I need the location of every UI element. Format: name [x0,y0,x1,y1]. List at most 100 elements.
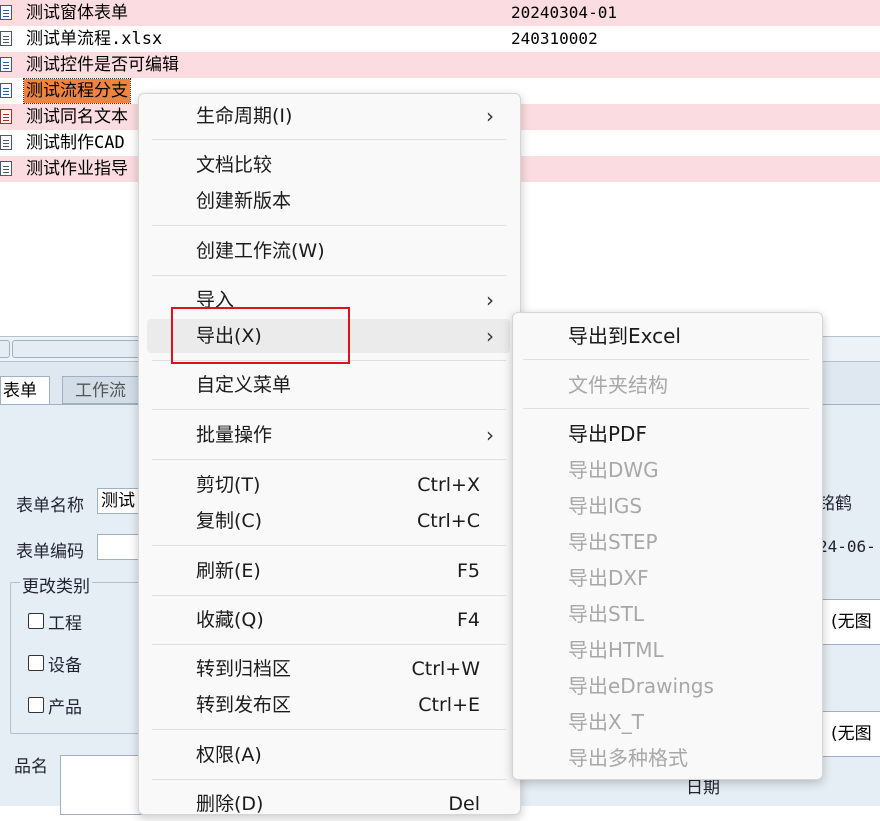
file-name: 测试控件是否可编辑 [26,55,179,75]
menu-item-label: 剪切(T) [196,474,261,496]
menu-item-shortcut: F4 [456,609,480,631]
menu-item-lifecycle[interactable]: 生命周期(I) › [147,99,510,133]
menu-item-delete[interactable]: 删除(D) Del [147,787,510,821]
form-file-icon [0,83,12,98]
menu-separator [152,409,506,410]
submenu-export-dxf: 导出DXF [568,566,649,590]
menu-item-shortcut: Ctrl+C [417,510,480,532]
menu-item-label: 刷新(E) [196,560,261,582]
export-submenu: 导出到Excel 文件夹结构 导出PDF 导出DWG 导出IGS 导出STEP … [512,312,823,780]
file-name: 测试制作CAD [26,133,125,153]
menu-item-batch-ops[interactable]: 批量操作 › [147,418,510,452]
menu-separator [152,225,506,226]
submenu-export-stl: 导出STL [568,602,645,626]
annotation-highlight-box [171,307,350,364]
file-row[interactable]: 测试控件是否可编辑 [0,52,880,78]
file-row[interactable]: 测试窗体表单 20240304-01 [0,0,880,26]
submenu-export-dwg: 导出DWG [568,458,659,482]
menu-separator [152,459,506,460]
menu-item-favorite[interactable]: 收藏(Q) F4 [147,603,510,637]
menu-item-shortcut: Ctrl+X [417,474,480,496]
menu-separator [152,545,506,546]
menu-item-label: 删除(D) [196,793,264,815]
no-image-box[interactable]: (无图 [822,599,880,645]
toolbar-button[interactable] [12,340,142,358]
chevron-right-icon: › [486,288,494,312]
form-name-label: 表单名称 [16,496,84,516]
menu-item-new-version[interactable]: 创建新版本 [147,184,510,218]
checkbox-product[interactable] [28,697,44,713]
menu-item-shortcut: Ctrl+W [411,658,480,680]
menu-separator [152,729,506,730]
menu-item-label: 生命周期(I) [196,105,293,127]
file-name: 测试同名文本 [26,107,128,127]
menu-item-shortcut: Ctrl+E [418,694,480,716]
menu-item-shortcut: F5 [456,560,480,582]
menu-item-cut[interactable]: 剪切(T) Ctrl+X [147,468,510,502]
file-name: 测试窗体表单 [26,3,128,23]
form-file-icon [0,5,12,20]
toolbar-button[interactable] [0,340,10,358]
menu-item-create-workflow[interactable]: 创建工作流(W) [147,234,510,268]
checkbox-engineering[interactable] [28,613,44,629]
file-name: 测试流程分支 [23,78,131,104]
menu-separator [152,779,506,780]
right-name-value: 铭鹤 [818,494,852,514]
menu-separator [152,595,506,596]
form-code-label: 表单编码 [16,542,84,562]
menu-item-shortcut: Del [448,793,480,815]
menu-item-label: 复制(C) [196,510,263,532]
menu-item-doc-compare[interactable]: 文档比较 [147,148,510,182]
document-file-icon [0,161,12,176]
right-date-value: 24-06- [818,537,876,556]
menu-item-refresh[interactable]: 刷新(E) F5 [147,554,510,588]
product-name-field[interactable] [60,755,150,815]
submenu-export-html: 导出HTML [568,638,664,662]
context-menu: 生命周期(I) › 文档比较 创建新版本 创建工作流(W) 导入 › 导出(X)… [138,93,521,815]
change-type-label: 更改类别 [20,572,92,597]
no-image-box[interactable]: (无图 [822,711,880,757]
menu-item-publish[interactable]: 转到发布区 Ctrl+E [147,688,510,722]
document-file-icon [0,31,12,46]
document-file-icon [0,135,12,150]
menu-item-copy[interactable]: 复制(C) Ctrl+C [147,504,510,538]
file-name: 测试单流程.xlsx [26,29,163,49]
menu-item-label: 文档比较 [196,154,273,176]
menu-item-label: 批量操作 [196,424,273,446]
menu-separator [152,139,506,140]
submenu-export-excel[interactable]: 导出到Excel [568,319,681,353]
submenu-export-igs: 导出IGS [568,494,643,518]
menu-item-permissions[interactable]: 权限(A) [147,738,510,772]
checkbox-equipment[interactable] [28,655,44,671]
file-name: 测试作业指导 [26,159,128,179]
submenu-export-edrawings: 导出eDrawings [568,674,714,698]
file-code: 20240304-01 [511,3,617,22]
submenu-folder-structure: 文件夹结构 [568,373,668,397]
submenu-export-step: 导出STEP [568,530,658,554]
menu-item-label: 转到发布区 [196,694,292,716]
product-name-label: 品名 [14,757,48,777]
checkbox-label: 设备 [48,656,82,676]
menu-separator [523,359,809,360]
menu-separator [152,275,506,276]
tab-workflow[interactable]: 工作流 [62,376,139,404]
menu-item-archive[interactable]: 转到归档区 Ctrl+W [147,652,510,686]
menu-item-label: 创建工作流(W) [196,240,325,262]
tab-form[interactable]: 表单 [0,376,50,404]
menu-separator [152,644,506,645]
menu-item-label: 自定义菜单 [196,374,292,396]
chevron-right-icon: › [486,324,494,348]
submenu-export-pdf[interactable]: 导出PDF [568,417,647,451]
menu-separator [523,408,809,409]
checkbox-label: 工程 [48,614,82,634]
form-file-icon [0,57,12,72]
file-row[interactable]: 测试单流程.xlsx 240310002 [0,26,880,52]
menu-item-label: 收藏(Q) [196,609,264,631]
menu-item-label: 权限(A) [196,744,262,766]
menu-item-label: 创建新版本 [196,190,292,212]
menu-item-custom-menu[interactable]: 自定义菜单 [147,368,510,402]
menu-item-label: 转到归档区 [196,658,292,680]
checkbox-label: 产品 [48,698,82,718]
image-file-icon [0,109,12,124]
file-code: 240310002 [511,29,598,48]
